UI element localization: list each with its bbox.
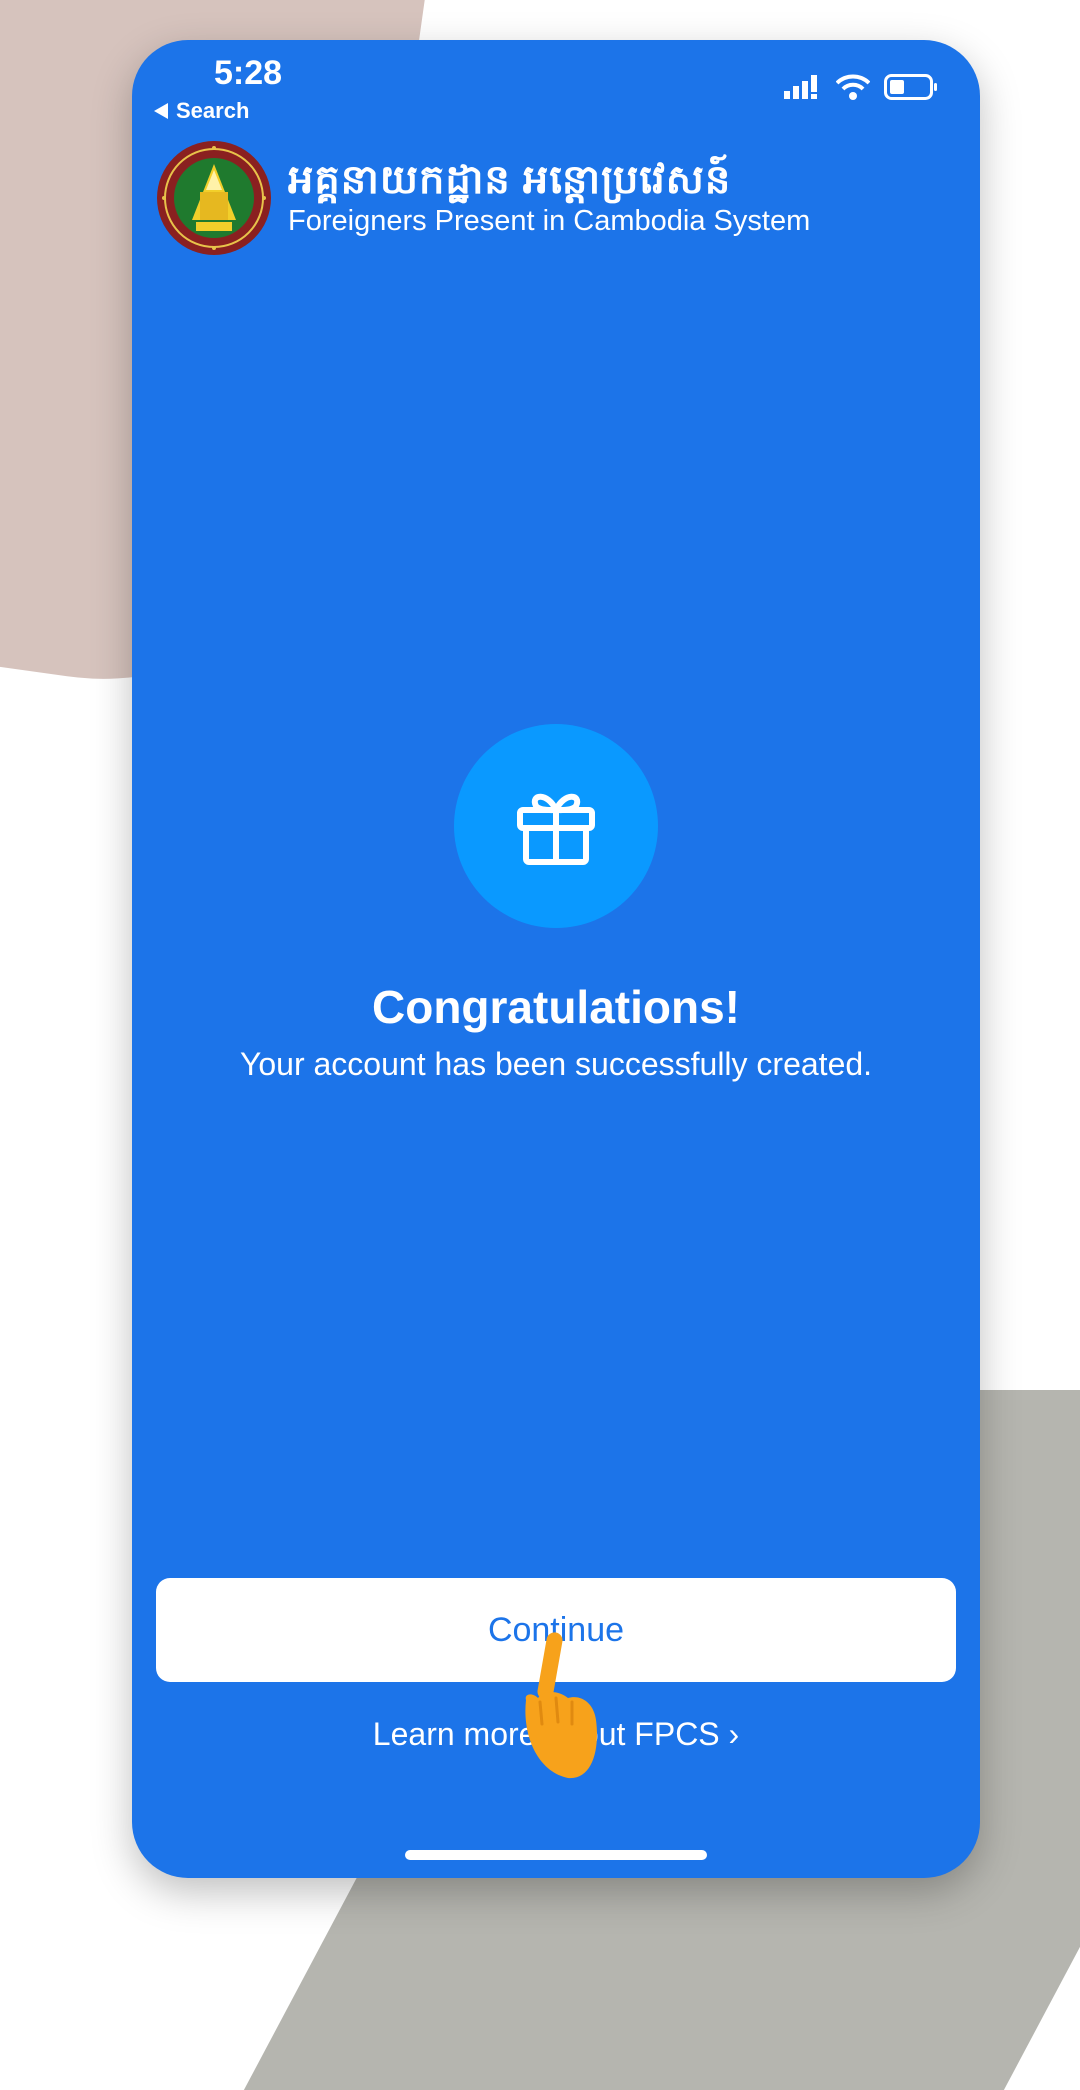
battery-icon [884, 74, 937, 100]
phone-screen: 5:28 Search អគ្គនាយកដ្ឋាន អន្តោប្រវេសន៍ … [132, 40, 980, 1878]
immigration-emblem-logo [157, 141, 271, 255]
gift-icon [517, 793, 595, 865]
signal-icon [784, 75, 817, 99]
account-created-message: Your account has been successfully creat… [239, 1046, 873, 1082]
header-title-khmer: អគ្គនាយកដ្ឋាន អន្តោប្រវេសន៍ [288, 158, 732, 202]
status-time: 5:28 [214, 54, 283, 92]
wifi-icon [836, 74, 870, 100]
app-header: អគ្គនាយកដ្ឋាន អន្តោប្រវេសន៍ Foreigners P… [156, 140, 810, 256]
header-title-english: Foreigners Present in Cambodia System [288, 205, 811, 237]
chevron-right-icon: › [728, 1716, 740, 1752]
hand-pointer-icon [525, 1632, 597, 1779]
back-to-search-link[interactable]: Search [154, 98, 249, 124]
status-icons [784, 74, 938, 100]
gift-badge [454, 724, 658, 928]
back-label: Search [176, 98, 250, 123]
congratulations-title: Congratulations! [372, 981, 740, 1033]
back-triangle-icon [154, 103, 168, 119]
home-indicator[interactable] [405, 1850, 707, 1860]
